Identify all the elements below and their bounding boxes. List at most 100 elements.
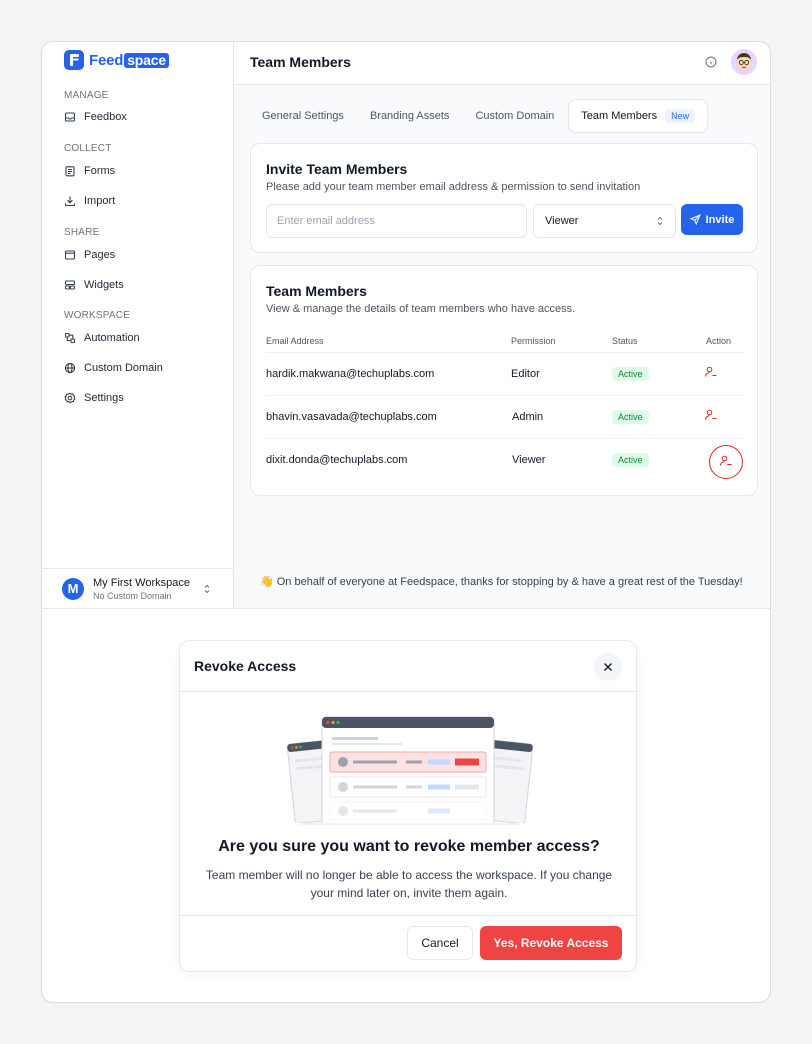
confirm-revoke-button[interactable]: Yes, Revoke Access <box>480 926 622 960</box>
sidebar-item-label: Pages <box>84 249 116 261</box>
sidebar-item-settings[interactable]: Settings <box>64 392 124 404</box>
email-input[interactable] <box>266 204 527 238</box>
send-icon <box>689 214 701 225</box>
user-avatar[interactable] <box>731 49 757 75</box>
sidebar-item-label: Feedbox <box>84 111 127 123</box>
revoke-illustration-icon <box>280 716 540 826</box>
tab-team-members[interactable]: Team Members New <box>568 99 709 133</box>
invite-title: Invite Team Members <box>266 161 408 177</box>
status-badge: Active <box>612 367 649 381</box>
info-icon[interactable] <box>705 56 717 68</box>
sidebar-item-label: Import <box>84 195 116 207</box>
column-header-status: Status <box>612 336 638 346</box>
tab-custom-domain[interactable]: Custom Domain <box>463 99 566 133</box>
status-badge: Active <box>612 410 649 424</box>
tab-label: Branding Assets <box>369 110 450 122</box>
close-button[interactable] <box>594 653 622 681</box>
members-subtitle: View & manage the details of team member… <box>266 303 576 315</box>
member-permission: Viewer <box>512 454 546 466</box>
member-permission: Admin <box>512 411 544 423</box>
modal-description: Team member will no longer be able to ac… <box>205 868 613 900</box>
close-icon <box>604 663 612 671</box>
workspace-switcher[interactable]: M My First Workspace No Custom Domain <box>42 568 234 608</box>
sidebar-item-pages[interactable]: Pages <box>64 249 115 261</box>
members-title: Team Members <box>266 283 367 299</box>
widget-icon <box>64 279 76 291</box>
sidebar-item-label: Settings <box>84 392 124 404</box>
section-divider <box>42 608 770 609</box>
sidebar-item-label: Forms <box>84 165 116 177</box>
tab-label: General Settings <box>262 110 344 122</box>
sidebar: Feed space MANAGE Feedbox COLLECT Forms … <box>42 42 234 608</box>
sidebar-item-custom-domain[interactable]: Custom Domain <box>64 362 163 374</box>
workspace-avatar: M <box>62 577 84 600</box>
table-row: bhavin.vasavada@techuplabs.com Admin Act… <box>266 395 743 438</box>
nav-section-manage: MANAGE <box>64 90 109 101</box>
revoke-access-modal: Revoke Access Are you sure you want to r… <box>179 640 638 972</box>
page-title: Team Members <box>250 54 351 70</box>
globe-icon <box>64 362 76 374</box>
sidebar-item-feedbox[interactable]: Feedbox <box>64 111 127 123</box>
sidebar-item-import[interactable]: Import <box>64 195 115 207</box>
remove-user-icon[interactable] <box>719 454 733 468</box>
topbar: Team Members <box>234 42 770 85</box>
column-header-permission: Permission <box>511 336 556 346</box>
remove-user-icon[interactable] <box>704 408 718 422</box>
sidebar-item-forms[interactable]: Forms <box>64 165 115 177</box>
nav-section-collect: COLLECT <box>64 143 112 154</box>
tab-branding-assets[interactable]: Branding Assets <box>358 99 462 133</box>
invite-button[interactable]: Invite <box>681 204 743 235</box>
cancel-button[interactable]: Cancel <box>407 926 473 960</box>
new-badge: New <box>665 109 696 123</box>
main-content: Team Members General Settings Branding A… <box>234 42 770 608</box>
chevron-up-down-icon <box>204 584 210 594</box>
brand-logo[interactable]: Feed space <box>64 50 169 70</box>
table-row: hardik.makwana@techuplabs.com Editor Act… <box>266 352 743 395</box>
feedspace-logo-icon <box>64 50 84 70</box>
members-card: Team Members View & manage the details o… <box>250 265 758 496</box>
tab-label: Custom Domain <box>475 110 555 122</box>
app-frame: Feed space MANAGE Feedbox COLLECT Forms … <box>41 41 771 1003</box>
permission-select[interactable]: Viewer <box>533 204 676 238</box>
sidebar-item-label: Widgets <box>84 279 124 291</box>
member-email: hardik.makwana@techuplabs.com <box>266 368 435 380</box>
sidebar-item-automation[interactable]: Automation <box>64 332 140 344</box>
chevron-up-down-icon <box>657 216 663 226</box>
sidebar-item-label: Custom Domain <box>84 362 163 374</box>
tab-general-settings[interactable]: General Settings <box>250 99 356 133</box>
modal-title: Revoke Access <box>194 658 297 674</box>
remove-user-icon[interactable] <box>704 365 718 379</box>
download-icon <box>64 195 76 207</box>
automation-icon <box>64 332 76 344</box>
inbox-icon <box>64 111 76 123</box>
member-permission: Editor <box>511 368 540 380</box>
status-badge: Active <box>612 453 649 467</box>
invite-card: Invite Team Members Please add your team… <box>250 143 758 253</box>
footer-message: 👋 On behalf of everyone at Feedspace, th… <box>260 576 743 588</box>
brand-name: Feed space <box>89 52 169 69</box>
modal-question: Are you sure you want to revoke member a… <box>218 838 600 855</box>
workspace-domain: No Custom Domain <box>93 590 172 601</box>
table-row: dixit.donda@techuplabs.com Viewer Active <box>266 438 743 481</box>
workspace-info: My First Workspace No Custom Domain <box>93 577 190 601</box>
brand-name-part2: space <box>124 52 169 68</box>
permission-select-value: Viewer <box>545 215 579 227</box>
workspace-name: My First Workspace <box>93 576 190 589</box>
column-header-action: Action <box>706 336 732 346</box>
sidebar-item-widgets[interactable]: Widgets <box>64 279 124 291</box>
gear-icon <box>64 392 76 404</box>
clipboard-icon <box>64 165 76 177</box>
nav-section-share: SHARE <box>64 227 100 238</box>
settings-tabs: General Settings Branding Assets Custom … <box>250 99 709 133</box>
brand-name-part1: Feed <box>89 51 124 69</box>
modal-footer-divider <box>180 915 638 916</box>
sidebar-item-label: Automation <box>84 332 140 344</box>
nav-section-workspace: WORKSPACE <box>64 310 131 321</box>
tab-label: Team Members <box>581 110 658 122</box>
invite-button-label: Invite <box>705 213 735 226</box>
member-email: bhavin.vasavada@techuplabs.com <box>266 411 437 423</box>
invite-subtitle: Please add your team member email addres… <box>266 181 641 193</box>
window-icon <box>64 249 76 261</box>
column-header-email: Email Address <box>266 336 324 346</box>
modal-header-divider <box>180 691 638 692</box>
